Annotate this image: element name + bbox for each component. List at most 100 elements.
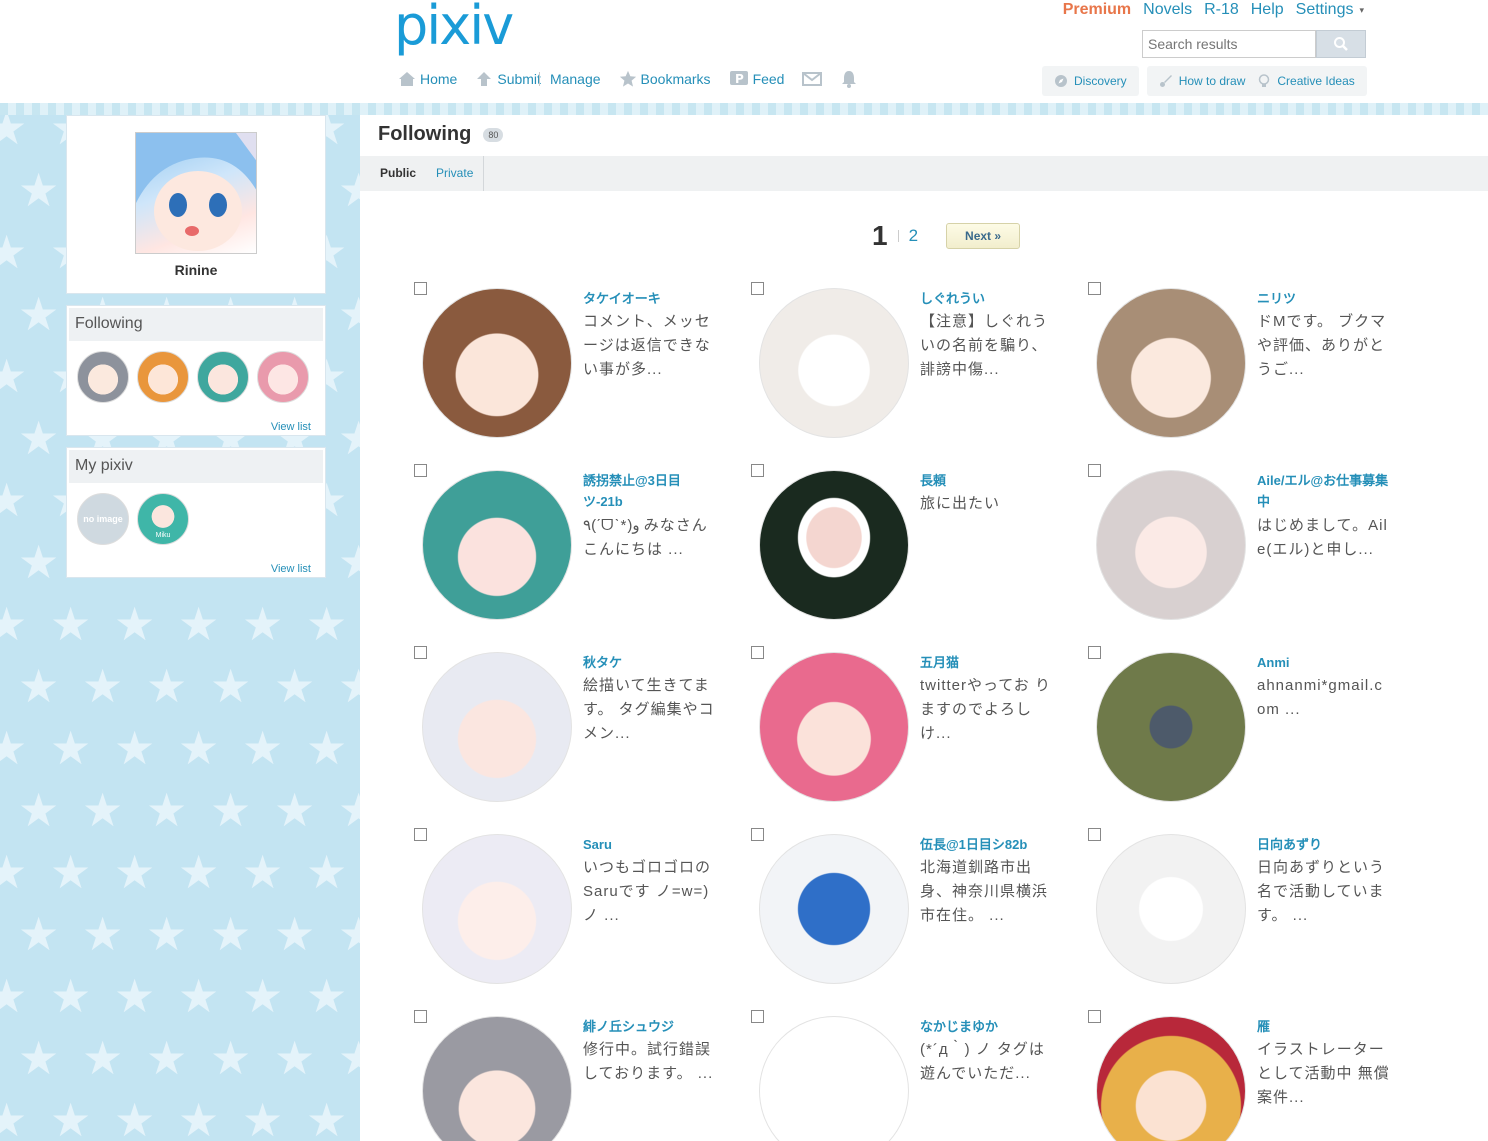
user-name-link[interactable]: ニリツ bbox=[1257, 288, 1392, 309]
nav-home[interactable]: Home bbox=[398, 71, 457, 87]
user-name-link[interactable]: 長頼 bbox=[920, 470, 1055, 491]
r18-link[interactable]: R-18 bbox=[1204, 0, 1239, 20]
user-bio: いつもゴロゴロのSaruです ノ=w=) ノ ... bbox=[583, 859, 712, 924]
pixiv-logo[interactable]: pixiv bbox=[394, 0, 514, 53]
search-button[interactable] bbox=[1316, 30, 1366, 58]
page-title: Following 80 bbox=[378, 123, 504, 146]
settings-link[interactable]: Settings bbox=[1296, 0, 1354, 20]
chevron-down-icon[interactable]: ▾ bbox=[1359, 0, 1364, 20]
user-name-link[interactable]: Anmi bbox=[1257, 652, 1392, 673]
user-select-checkbox[interactable] bbox=[414, 464, 427, 477]
background-star-icon: ★ bbox=[210, 784, 252, 836]
user-name-link[interactable]: しぐれうい bbox=[920, 288, 1055, 309]
user-select-checkbox[interactable] bbox=[751, 282, 764, 295]
messages-button[interactable] bbox=[802, 71, 823, 87]
envelope-icon bbox=[802, 72, 823, 86]
novels-link[interactable]: Novels bbox=[1143, 0, 1192, 20]
user-select-checkbox[interactable] bbox=[414, 828, 427, 841]
tab-private[interactable]: Private bbox=[426, 156, 485, 191]
user-select-checkbox[interactable] bbox=[751, 828, 764, 841]
user-avatar[interactable] bbox=[759, 1016, 909, 1141]
user-avatar[interactable] bbox=[759, 834, 909, 984]
user-select-checkbox[interactable] bbox=[1088, 646, 1101, 659]
mypixiv-view-list-link[interactable]: View list bbox=[271, 563, 311, 575]
bell-icon bbox=[842, 71, 857, 88]
how-to-draw-button[interactable]: How to draw Creative Ideas bbox=[1146, 66, 1367, 96]
following-avatar[interactable] bbox=[77, 351, 129, 403]
background-star-icon: ★ bbox=[114, 598, 156, 650]
help-link[interactable]: Help bbox=[1251, 0, 1284, 20]
tab-public[interactable]: Public bbox=[370, 156, 426, 191]
user-select-checkbox[interactable] bbox=[1088, 282, 1101, 295]
user-name-link[interactable]: なかじまゆか bbox=[920, 1016, 1055, 1037]
user-bio: 絵描いて生きてます。 タグ編集やコメン... bbox=[583, 677, 715, 742]
search-input[interactable] bbox=[1142, 30, 1316, 58]
user-card: 誘拐禁止@3日目ツ-21b ٩(ˊᗜˋ*)و みなさんこんにちは ... bbox=[414, 464, 734, 624]
user-name-link[interactable]: 五月猫 bbox=[920, 652, 1055, 673]
background-star-icon: ★ bbox=[50, 1094, 92, 1141]
premium-link[interactable]: Premium bbox=[1063, 0, 1131, 20]
user-bio: イラストレーターとして活動中 無償案件... bbox=[1257, 1041, 1390, 1106]
mypixiv-avatar[interactable]: no image bbox=[77, 493, 129, 545]
background-star-icon: ★ bbox=[18, 536, 60, 588]
user-avatar[interactable] bbox=[422, 288, 572, 438]
creative-ideas-label[interactable]: Creative Ideas bbox=[1277, 74, 1354, 88]
user-name-link[interactable]: 伍長@1日目シ82b bbox=[920, 834, 1055, 855]
mypixiv-widget: My pixiv no image Miku View list bbox=[66, 447, 326, 578]
user-avatar[interactable] bbox=[422, 834, 572, 984]
user-name-link[interactable]: 緋ノ丘シュウジ bbox=[583, 1016, 718, 1037]
nav-bookmarks-label: Bookmarks bbox=[640, 71, 711, 87]
user-name-link[interactable]: 秋タケ bbox=[583, 652, 718, 673]
nav-manage[interactable]: Manage bbox=[550, 71, 601, 87]
user-card: 五月猫 twitterやってお りますのでよろしけ... bbox=[751, 646, 1071, 806]
background-star-icon: ★ bbox=[178, 598, 220, 650]
user-select-checkbox[interactable] bbox=[414, 646, 427, 659]
user-bio: ahnanmi*gmail.com ... bbox=[1257, 677, 1383, 718]
user-avatar[interactable] bbox=[759, 470, 909, 620]
discovery-button[interactable]: Discovery bbox=[1042, 66, 1139, 96]
nav-bookmarks[interactable]: Bookmarks bbox=[619, 70, 711, 88]
user-avatar[interactable] bbox=[422, 1016, 572, 1141]
nav-feed[interactable]: P Feed bbox=[729, 70, 784, 88]
feed-icon: P bbox=[729, 71, 748, 86]
mypixiv-avatar[interactable]: Miku bbox=[137, 493, 189, 545]
profile-name[interactable]: Rinine bbox=[67, 262, 325, 278]
user-select-checkbox[interactable] bbox=[1088, 464, 1101, 477]
notifications-button[interactable] bbox=[840, 70, 858, 88]
user-select-checkbox[interactable] bbox=[414, 1010, 427, 1023]
user-select-checkbox[interactable] bbox=[751, 464, 764, 477]
user-avatar[interactable] bbox=[1096, 288, 1246, 438]
user-avatar[interactable] bbox=[759, 288, 909, 438]
user-select-checkbox[interactable] bbox=[751, 646, 764, 659]
background-star-icon: ★ bbox=[18, 1032, 60, 1084]
following-avatar[interactable] bbox=[197, 351, 249, 403]
following-widget: Following View list bbox=[66, 305, 326, 436]
user-avatar[interactable] bbox=[1096, 652, 1246, 802]
following-view-list-link[interactable]: View list bbox=[271, 421, 311, 433]
following-avatar[interactable] bbox=[137, 351, 189, 403]
user-avatar[interactable] bbox=[422, 652, 572, 802]
page-2-link[interactable]: 2 bbox=[909, 226, 918, 246]
background-star-icon: ★ bbox=[18, 288, 60, 340]
user-avatar[interactable] bbox=[759, 652, 909, 802]
user-select-checkbox[interactable] bbox=[1088, 1010, 1101, 1023]
following-avatar[interactable] bbox=[257, 351, 309, 403]
user-avatar[interactable] bbox=[1096, 470, 1246, 620]
user-select-checkbox[interactable] bbox=[751, 1010, 764, 1023]
user-name-link[interactable]: 雁 bbox=[1257, 1016, 1392, 1037]
user-select-checkbox[interactable] bbox=[414, 282, 427, 295]
user-name-link[interactable]: 日向あずり bbox=[1257, 834, 1392, 855]
user-name-link[interactable]: Saru bbox=[583, 834, 718, 855]
user-bio: 日向あずりという名で活動しています。 ... bbox=[1257, 859, 1386, 924]
user-name-link[interactable]: タケイオーキ bbox=[583, 288, 718, 309]
user-name-link[interactable]: Aile/エル@お仕事募集中 bbox=[1257, 470, 1392, 512]
next-page-button[interactable]: Next » bbox=[946, 223, 1021, 249]
user-avatar[interactable] bbox=[1096, 1016, 1246, 1141]
user-avatar[interactable] bbox=[1096, 834, 1246, 984]
nav-submit[interactable]: Submit bbox=[475, 71, 541, 87]
avatar[interactable] bbox=[135, 132, 257, 254]
user-select-checkbox[interactable] bbox=[1088, 828, 1101, 841]
user-name-link[interactable]: 誘拐禁止@3日目ツ-21b bbox=[583, 470, 718, 512]
user-avatar[interactable] bbox=[422, 470, 572, 620]
background-star-icon: ★ bbox=[0, 598, 28, 650]
